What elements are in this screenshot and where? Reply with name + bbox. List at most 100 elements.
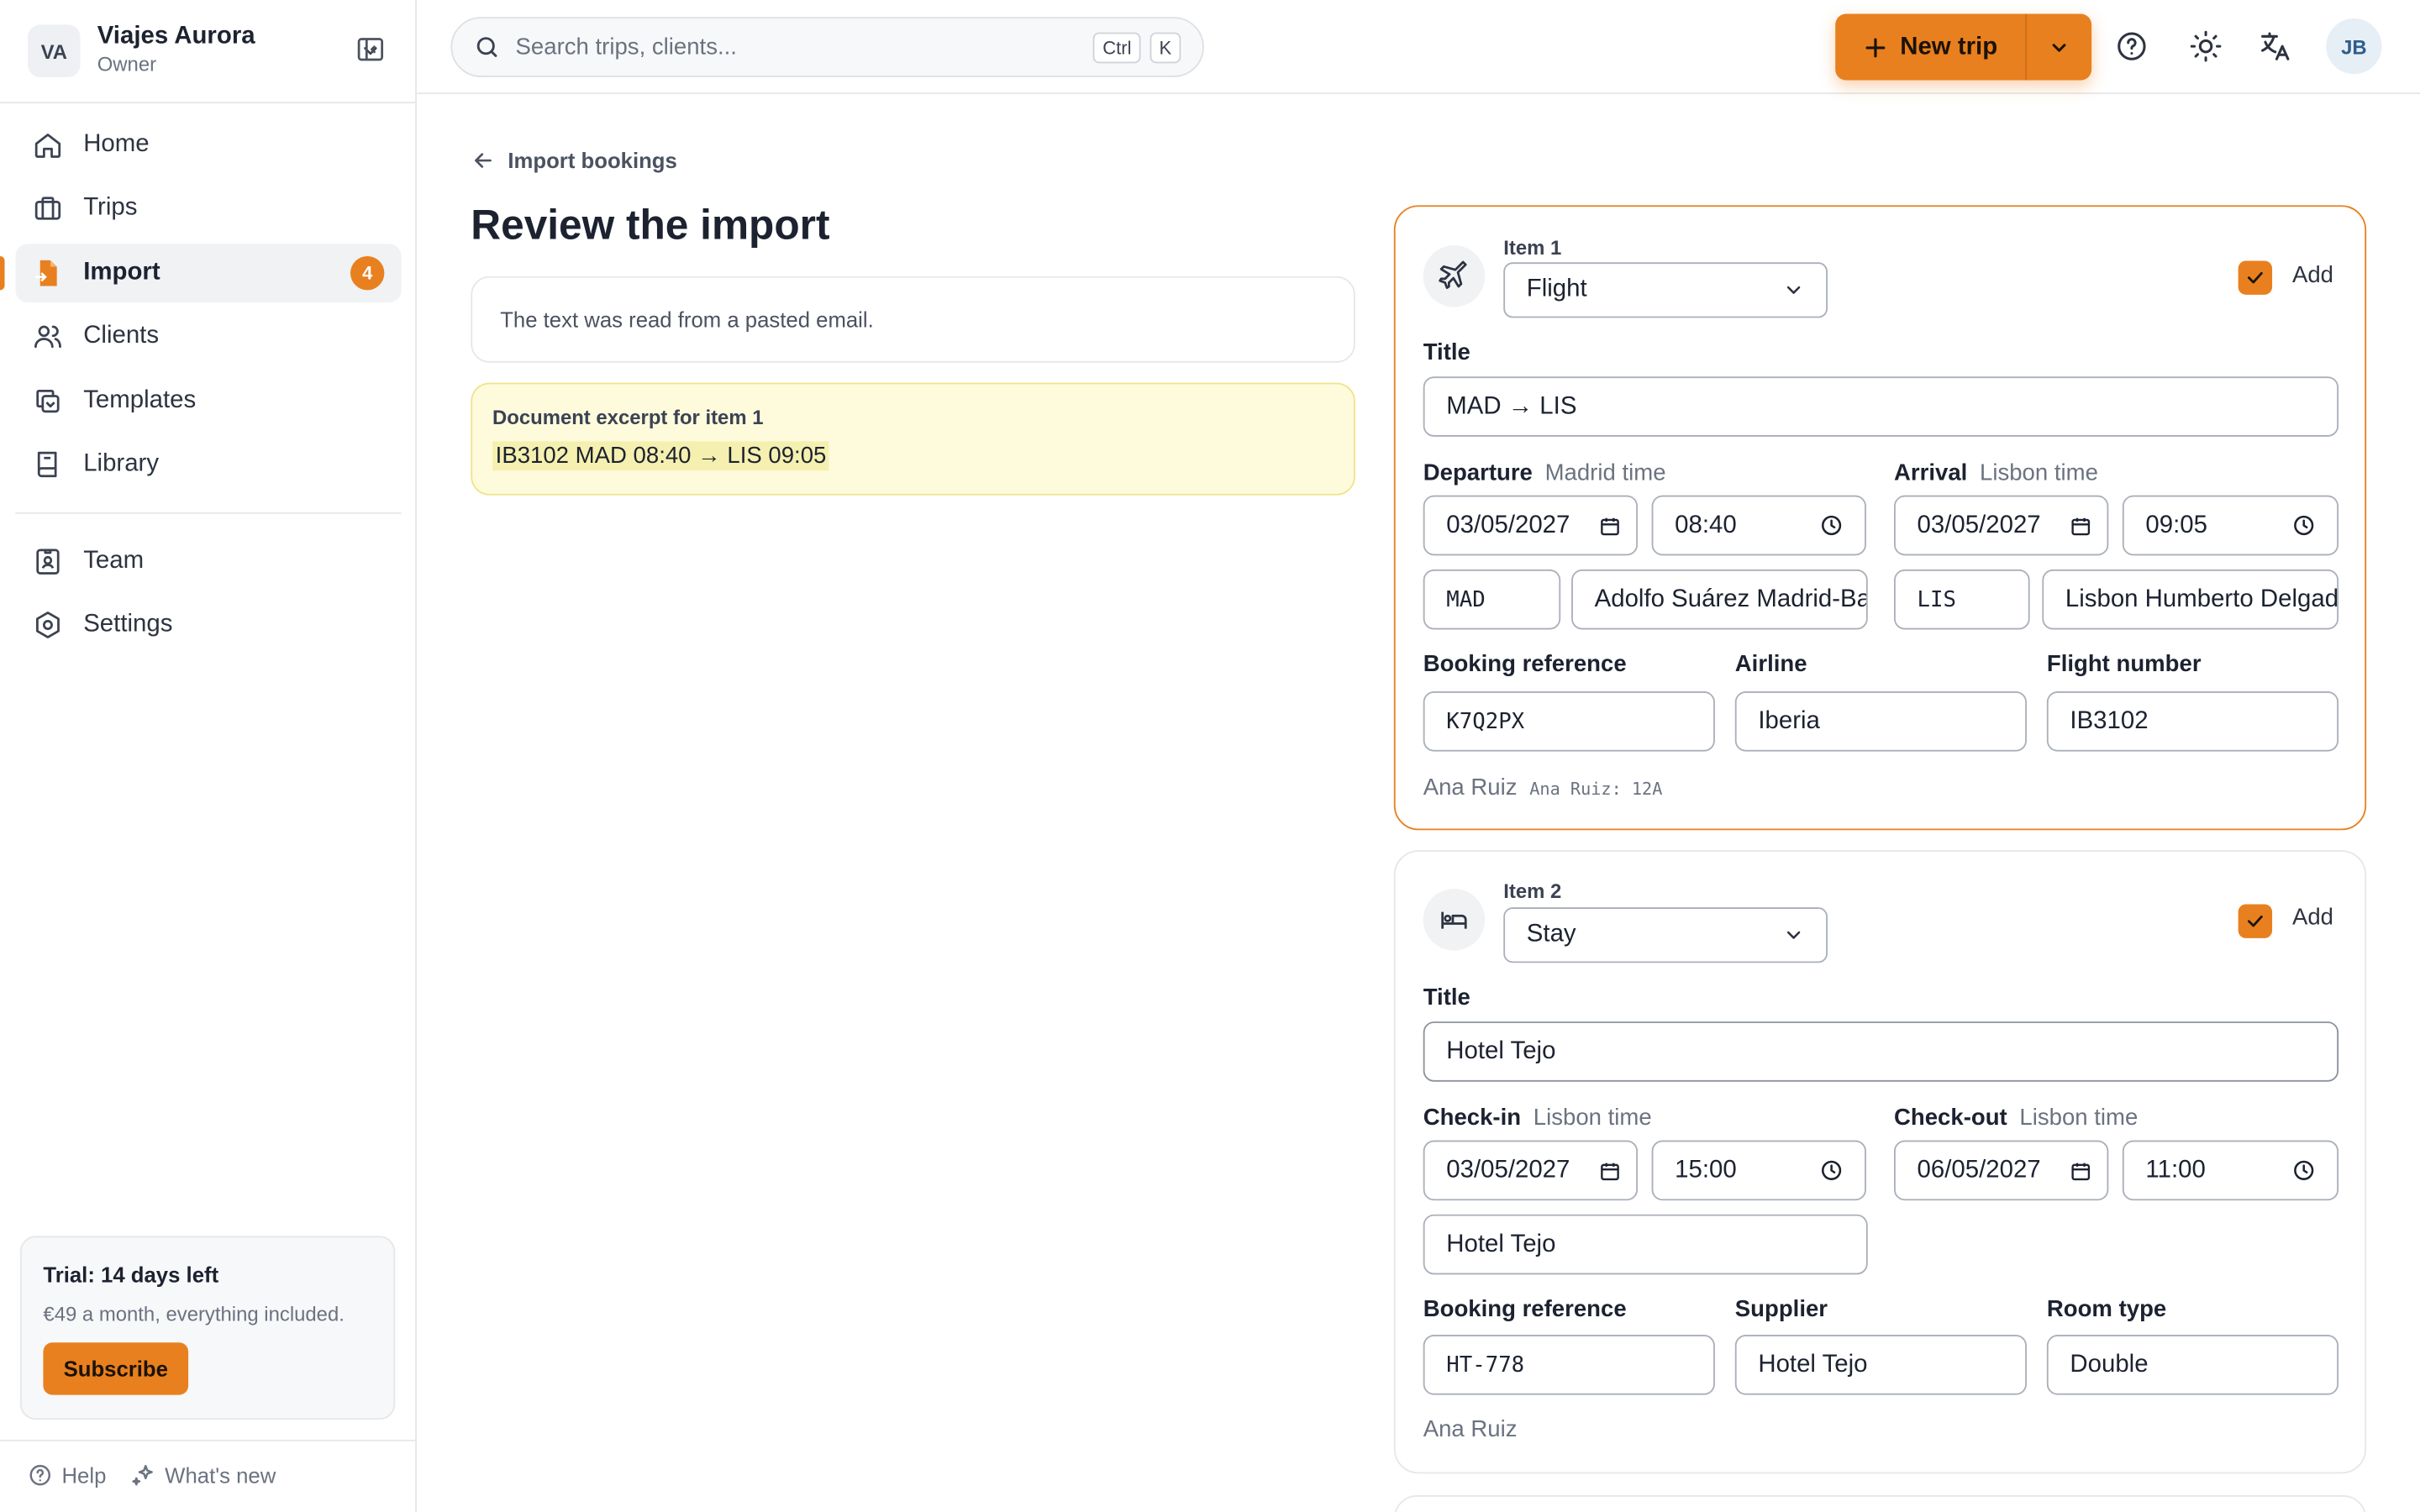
trial-title: Trial: 14 days left — [43, 1262, 219, 1288]
org-switcher[interactable]: VA Viajes Aurora Owner — [28, 22, 389, 81]
add-checkbox-label: Add — [2291, 904, 2333, 931]
subscribe-button[interactable]: Subscribe — [43, 1342, 189, 1395]
flight-number-input[interactable]: IB3102 — [2046, 690, 2339, 752]
help-link[interactable]: Help — [28, 1462, 106, 1488]
traveler-name: Ana Ruiz — [1423, 1416, 1518, 1443]
departure-timezone: Madrid time — [1544, 459, 1666, 486]
traveler-row: Ana Ruiz Ana Ruiz: 12A — [1423, 774, 1663, 801]
search-input[interactable]: Search trips, clients... — [516, 34, 1094, 60]
search-bar[interactable]: Search trips, clients... Ctrl K — [450, 17, 1204, 77]
sidebar-item-templates[interactable]: Templates — [15, 371, 401, 430]
checkin-timezone: Lisbon time — [1533, 1105, 1652, 1131]
import-item-card-2: Item 2 Stay Add Title Hotel Tejo Check-i… — [1393, 850, 2367, 1474]
help-icon — [29, 1464, 51, 1486]
plus-icon — [1865, 37, 1886, 57]
title-label: Title — [1423, 339, 1470, 366]
supplier-value: Hotel Tejo — [1758, 1351, 1868, 1378]
check-icon — [2247, 915, 2263, 927]
new-trip-button[interactable]: New trip — [1835, 13, 2027, 81]
supplier-input[interactable]: Hotel Tejo — [1734, 1335, 2027, 1395]
whats-new-link[interactable]: What's new — [131, 1462, 276, 1488]
sidebar-item-clients[interactable]: Clients — [15, 307, 401, 366]
calendar-icon — [1601, 517, 1619, 535]
airline-input[interactable]: Iberia — [1734, 690, 2027, 752]
sun-icon[interactable] — [2186, 26, 2226, 66]
item-type-select[interactable]: Flight — [1503, 262, 1828, 318]
new-trip-split-button: New trip — [1835, 13, 2092, 81]
place-input[interactable]: Hotel Tejo — [1423, 1214, 1868, 1275]
title-value: Hotel Tejo — [1446, 1037, 1556, 1064]
copy-icon — [31, 384, 65, 417]
flight-number-value: IB3102 — [2070, 707, 2149, 734]
import-item-card-1: Item 1 Flight Add Title MAD → LIS Depart… — [1393, 205, 2367, 831]
departure-airport-input[interactable]: Adolfo Suárez Madrid-Barajas — [1571, 569, 1868, 630]
room-type-input[interactable]: Double — [2046, 1335, 2339, 1395]
arrival-code-input[interactable]: LIS — [1893, 569, 2030, 630]
excerpt-title: Document excerpt for item 1 — [492, 406, 764, 429]
arrival-code-value: LIS — [1917, 586, 1957, 612]
airline-value: Iberia — [1758, 707, 1820, 734]
sidebar-item-import[interactable]: Import 4 — [0, 243, 402, 302]
checkout-date-value: 06/05/2027 — [1917, 1156, 2041, 1184]
departure-time-input[interactable]: 08:40 — [1651, 495, 1866, 556]
help-icon[interactable] — [2112, 26, 2152, 66]
divider — [0, 1439, 416, 1441]
id-badge-icon — [31, 544, 65, 578]
new-trip-dropdown-button[interactable] — [2027, 14, 2091, 81]
checkin-label: Check-in Lisbon time — [1423, 1105, 1652, 1131]
sidebar-item-trips[interactable]: Trips — [15, 180, 401, 239]
title-value: MAD → LIS — [1446, 392, 1577, 419]
source-info: The text was read from a pasted email. — [471, 276, 1355, 363]
trial-card: Trial: 14 days left €49 a month, everyth… — [19, 1236, 396, 1420]
bed-icon — [1423, 889, 1486, 951]
title-input[interactable]: MAD → LIS — [1423, 376, 2339, 437]
sidebar-item-label: Library — [83, 450, 160, 477]
title-input[interactable]: Hotel Tejo — [1423, 1021, 2339, 1082]
checkout-time-value: 11:00 — [2145, 1156, 2206, 1184]
arrival-label: Arrival Lisbon time — [1894, 459, 2098, 486]
chevron-down-icon — [2052, 43, 2066, 51]
sidebar-item-team[interactable]: Team — [15, 533, 401, 591]
org-role: Owner — [97, 52, 157, 76]
checkout-time-input[interactable]: 11:00 — [2122, 1140, 2339, 1201]
excerpt-text: IB3102 MAD 08:40 → LIS 09:05 — [492, 441, 830, 471]
title-label: Title — [1423, 984, 1470, 1011]
checkout-label: Check-out Lisbon time — [1894, 1105, 2138, 1131]
departure-label-text: Departure — [1423, 459, 1533, 486]
booking-reference-value: HT-778 — [1446, 1352, 1525, 1378]
departure-code-input[interactable]: MAD — [1423, 569, 1561, 630]
checkin-time-input[interactable]: 15:00 — [1651, 1140, 1866, 1201]
checkout-label-text: Check-out — [1893, 1105, 2007, 1131]
checkout-date-input[interactable]: 06/05/2027 — [1893, 1140, 2109, 1201]
arrival-time-input[interactable]: 09:05 — [2122, 495, 2339, 556]
divider — [15, 512, 402, 514]
users-icon — [31, 320, 65, 354]
checkin-time-value: 15:00 — [1675, 1156, 1737, 1184]
arrival-time-value: 09:05 — [2145, 511, 2207, 538]
translate-icon[interactable] — [2255, 26, 2296, 66]
user-avatar[interactable]: JB — [2326, 18, 2382, 75]
booking-reference-input[interactable]: HT-778 — [1423, 1335, 1715, 1395]
sidebar-collapse-icon[interactable] — [352, 31, 389, 68]
sidebar-item-home[interactable]: Home — [15, 116, 401, 175]
room-type-value: Double — [2070, 1351, 2149, 1378]
departure-date-input[interactable]: 03/05/2027 — [1423, 495, 1639, 556]
arrival-date-input[interactable]: 03/05/2027 — [1893, 495, 2109, 556]
back-link-label: Import bookings — [508, 148, 677, 173]
flight-number-label: Flight number — [2046, 651, 2202, 678]
clock-icon — [2294, 515, 2314, 536]
back-link[interactable]: Import bookings — [471, 148, 677, 173]
add-checkbox[interactable] — [2238, 904, 2273, 938]
sidebar-item-library[interactable]: Library — [15, 435, 401, 494]
add-checkbox[interactable] — [2238, 260, 2273, 295]
sidebar-item-label: Clients — [83, 323, 160, 349]
departure-airport-value: Adolfo Suárez Madrid-Barajas — [1594, 585, 1866, 612]
shortcut-key-k: K — [1150, 31, 1181, 63]
arrival-airport-input[interactable]: Lisbon Humberto Delgado — [2042, 569, 2339, 630]
chevron-down-icon — [1786, 286, 1801, 294]
booking-reference-input[interactable]: K7Q2PX — [1423, 690, 1715, 752]
checkout-timezone: Lisbon time — [2019, 1105, 2139, 1131]
checkin-date-input[interactable]: 03/05/2027 — [1423, 1140, 1639, 1201]
item-type-select[interactable]: Stay — [1503, 907, 1828, 963]
sidebar-item-settings[interactable]: Settings — [15, 596, 401, 655]
